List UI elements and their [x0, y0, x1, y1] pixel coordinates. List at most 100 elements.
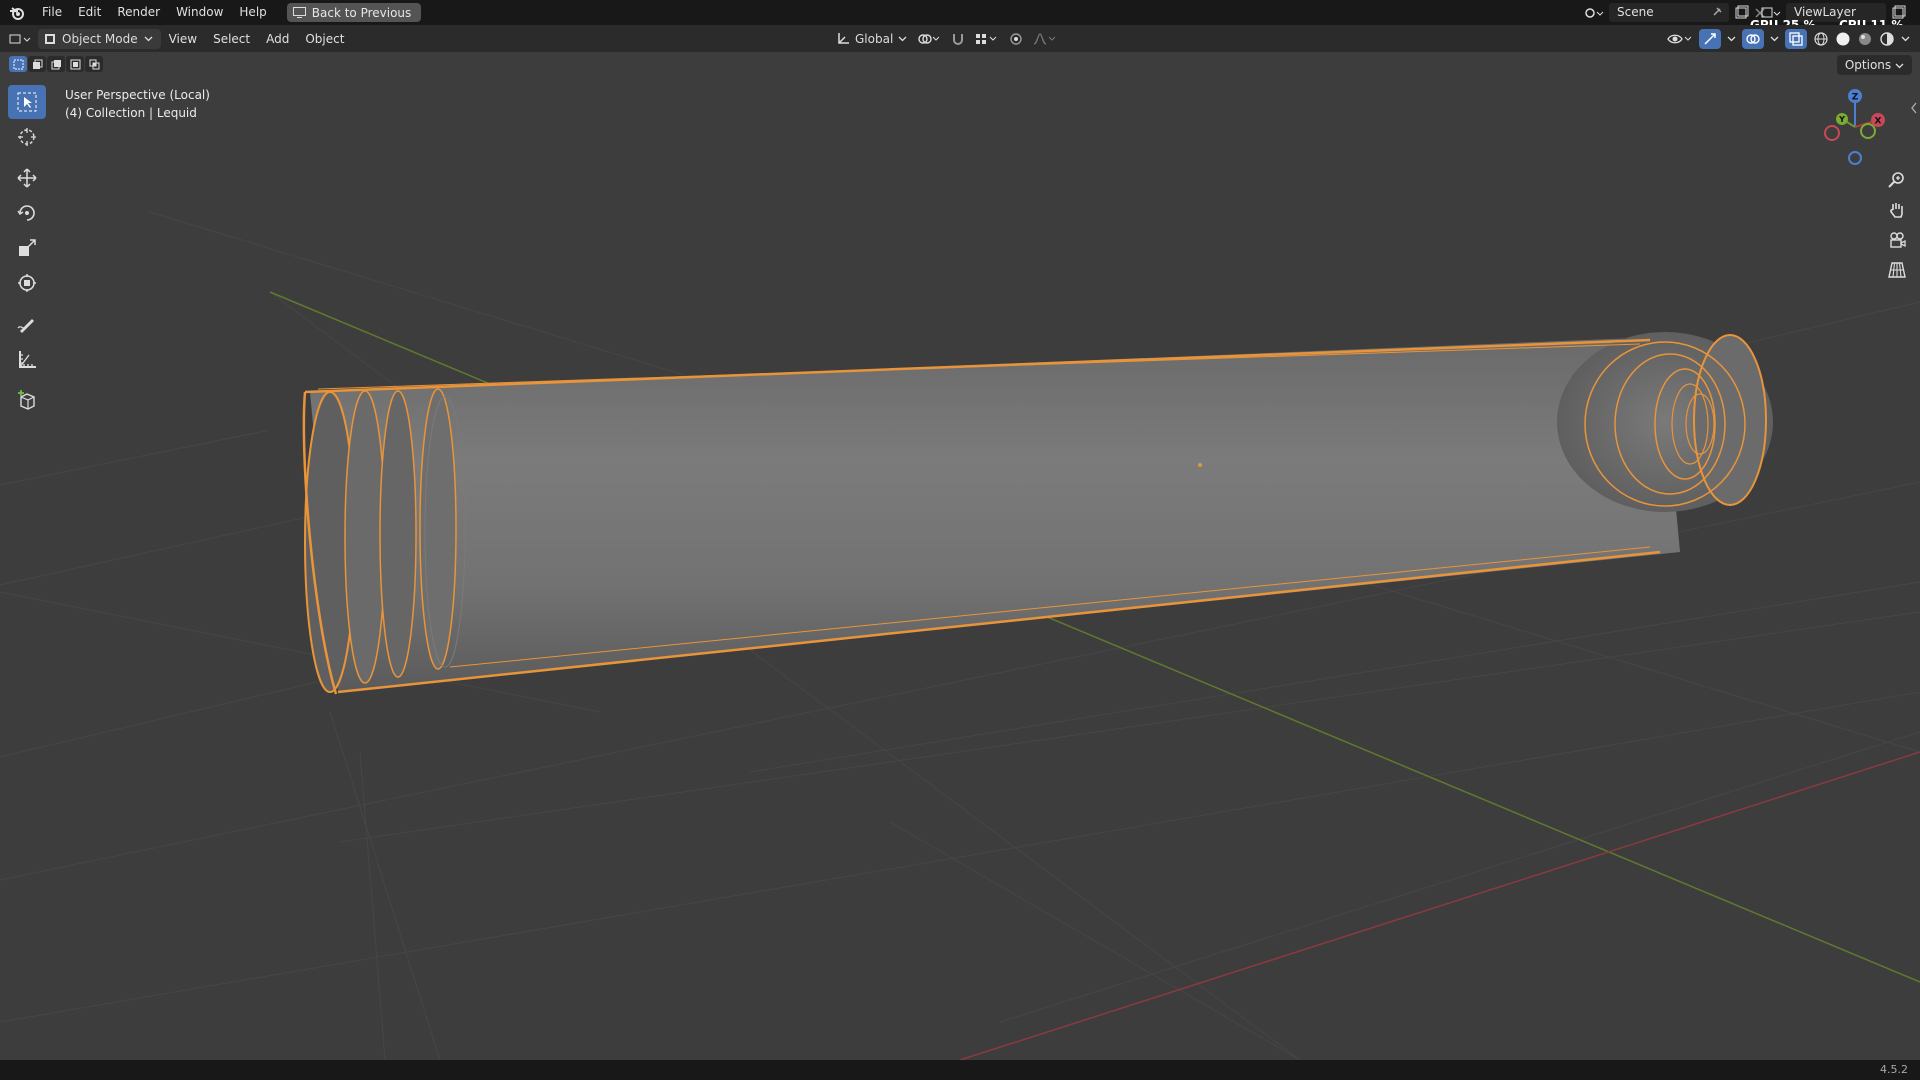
object-mode-label: Object Mode [62, 31, 138, 46]
orientation-axes-icon [838, 32, 849, 44]
transform-tool[interactable] [8, 266, 46, 300]
move-tool[interactable] [8, 161, 46, 195]
menu-file[interactable]: File [34, 0, 70, 25]
viewport-header: Object Mode View Select Add Object Globa… [0, 25, 1920, 52]
select-invert-button[interactable] [66, 56, 84, 72]
camera-view-button[interactable] [1884, 228, 1910, 252]
tool-shelf [8, 85, 46, 418]
gizmo-neg-y-axis[interactable] [1860, 123, 1876, 139]
editor-type-icon [9, 34, 31, 43]
object-mode-dropdown[interactable]: Object Mode [38, 28, 161, 49]
pivot-point-icon[interactable] [917, 32, 941, 46]
move-arrows-icon [17, 168, 37, 188]
transform-orientation-dropdown[interactable]: Global [836, 32, 907, 46]
scene-name-field[interactable]: Scene [1609, 3, 1729, 22]
solid-shading-icon[interactable] [1835, 31, 1851, 47]
chevron-down-icon[interactable] [1770, 36, 1779, 42]
select-intersect-icon [89, 59, 99, 69]
cursor-tool[interactable] [8, 120, 46, 154]
grid-perspective-icon [1888, 262, 1906, 278]
back-to-previous-button[interactable]: Back to Previous [286, 3, 422, 22]
zoom-icon [1888, 172, 1904, 188]
scene-canvas[interactable] [0, 52, 1920, 1060]
editor-type-button[interactable] [8, 29, 34, 49]
chevron-down-icon[interactable] [1727, 36, 1736, 42]
view-layer-name: ViewLayer [1794, 5, 1856, 19]
top-menu-bar: File Edit Render Window Help Back to Pre… [0, 0, 1920, 25]
object-mode-icon [45, 33, 55, 44]
chevron-down-icon[interactable] [1901, 36, 1910, 42]
options-label: Options [1844, 58, 1892, 72]
select-subtract-button[interactable] [47, 56, 65, 72]
collection-label: (4) Collection | Lequid [65, 106, 197, 120]
pan-button[interactable] [1884, 198, 1910, 222]
rendered-shading-icon[interactable] [1879, 31, 1895, 47]
scene-icon[interactable] [1583, 5, 1605, 21]
navigation-buttons [1884, 168, 1910, 282]
blender-logo-icon[interactable] [0, 0, 34, 25]
scale-tool[interactable] [8, 231, 46, 265]
snap-toggle-icon[interactable] [951, 32, 965, 46]
new-scene-icon[interactable] [1733, 5, 1749, 21]
navigation-gizmo[interactable]: Z X Y [1810, 82, 1900, 172]
ruler-icon [19, 351, 36, 368]
viewport-display-controls [1667, 25, 1910, 52]
options-dropdown[interactable]: Options [1836, 55, 1912, 75]
overlays-toggle-button[interactable] [1742, 28, 1764, 49]
visibility-eye-icon[interactable] [1667, 31, 1693, 47]
back-to-previous-label: Back to Previous [311, 5, 412, 20]
scale-icon [19, 239, 36, 256]
3d-viewport[interactable]: User Perspective (Local) (4) Collection … [0, 52, 1920, 1060]
pin-icon[interactable] [1711, 6, 1723, 18]
snap-target-icon[interactable] [975, 32, 999, 46]
cursor-select-icon [17, 92, 37, 112]
rotate-tool[interactable] [8, 196, 46, 230]
menu-edit[interactable]: Edit [70, 0, 109, 25]
menu-add[interactable]: Add [258, 32, 297, 46]
chevron-down-icon [144, 36, 153, 41]
x-axis-line [959, 751, 1920, 1060]
menu-select[interactable]: Select [205, 32, 258, 46]
sidebar-toggle-arrow[interactable] [1910, 102, 1918, 114]
gizmo-neg-x-axis[interactable] [1824, 125, 1840, 141]
gizmo-x-label: X [1875, 117, 1882, 127]
select-new-button[interactable] [9, 56, 27, 72]
xray-icon [1789, 31, 1803, 46]
overlays-icon [1746, 33, 1760, 44]
gizmo-toggle-button[interactable] [1699, 28, 1721, 49]
zoom-button[interactable] [1884, 168, 1910, 192]
menu-render[interactable]: Render [109, 0, 168, 25]
proportional-editing-icon[interactable] [1009, 32, 1023, 46]
perspective-label: User Perspective (Local) [65, 88, 210, 102]
perspective-toggle-button[interactable] [1884, 258, 1910, 282]
add-cube-tool[interactable] [8, 383, 46, 417]
select-new-icon [13, 59, 23, 69]
menu-object[interactable]: Object [297, 32, 352, 46]
select-extend-icon [32, 59, 42, 69]
wireframe-shading-icon[interactable] [1813, 31, 1829, 47]
gizmo-y-label: Y [1838, 115, 1845, 124]
camera-icon [1890, 232, 1906, 248]
screen-icon [292, 7, 306, 18]
measure-tool[interactable] [8, 342, 46, 376]
3d-cursor-icon [18, 128, 36, 146]
menu-view[interactable]: View [161, 32, 205, 46]
gizmo-z-label: Z [1852, 93, 1859, 103]
transform-orientation-label: Global [855, 31, 894, 46]
object-origin [1198, 463, 1202, 467]
material-shading-icon[interactable] [1857, 31, 1873, 47]
falloff-curve-icon[interactable] [1033, 32, 1057, 46]
add-cube-icon [18, 390, 35, 410]
select-intersect-button[interactable] [85, 56, 103, 72]
pencil-icon [17, 319, 34, 333]
scene-selector: Scene [1583, 0, 1767, 25]
xray-toggle-button[interactable] [1785, 28, 1807, 49]
annotate-tool[interactable] [8, 307, 46, 341]
menu-help[interactable]: Help [231, 0, 274, 25]
gizmo-neg-z-axis[interactable] [1848, 151, 1862, 165]
select-extend-button[interactable] [28, 56, 46, 72]
transform-controls: Global [836, 25, 1057, 52]
menu-window[interactable]: Window [168, 0, 231, 25]
select-box-tool[interactable] [8, 85, 46, 119]
chevron-down-icon [898, 36, 907, 41]
